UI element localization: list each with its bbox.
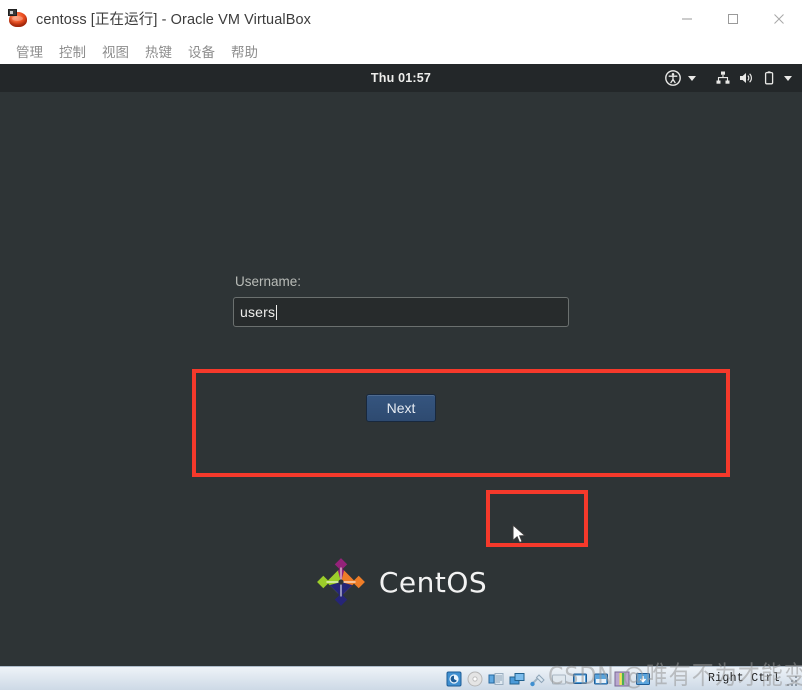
window-title: centoss [正在运行] - Oracle VM VirtualBox: [36, 12, 311, 28]
virtualbox-window: centoss [正在运行] - Oracle VM VirtualBox 管理…: [0, 0, 802, 690]
close-button[interactable]: [756, 0, 802, 38]
chevron-down-icon[interactable]: [784, 75, 792, 81]
shared-folder-icon[interactable]: [551, 671, 567, 687]
text-cursor: [276, 304, 278, 320]
mouse-integration-icon[interactable]: [614, 671, 630, 687]
centos-branding: CentOS: [0, 556, 802, 608]
accessibility-icon[interactable]: [665, 70, 681, 86]
status-bar: Right Ctrl: [0, 666, 802, 690]
gnome-top-bar: Thu 01:57: [0, 64, 802, 92]
menu-item-devices[interactable]: 设备: [180, 39, 223, 63]
keyboard-icon[interactable]: [635, 671, 651, 687]
status-bar-icons: [446, 667, 651, 690]
network-adapter-icon[interactable]: [509, 671, 525, 687]
display-icon[interactable]: [572, 671, 588, 687]
window-controls: [664, 0, 802, 38]
optical-disk-icon[interactable]: [467, 671, 483, 687]
menu-item-view[interactable]: 视图: [94, 39, 137, 63]
mouse-cursor: [512, 523, 528, 546]
virtualbox-icon: [8, 8, 28, 29]
resize-grip[interactable]: [787, 676, 799, 688]
username-input[interactable]: users: [233, 297, 569, 327]
login-form: Username: users: [0, 274, 802, 327]
floppy-disk-icon[interactable]: [488, 671, 504, 687]
centos-logo-text: CentOS: [378, 565, 488, 599]
host-key-indicator: Right Ctrl: [707, 672, 780, 685]
network-icon[interactable]: [715, 70, 731, 86]
battery-icon[interactable]: [761, 70, 777, 86]
minimize-button[interactable]: [664, 0, 710, 38]
title-bar: centoss [正在运行] - Oracle VM VirtualBox: [0, 0, 802, 38]
guest-screen[interactable]: Thu 01:57 Username: users Next CentOS: [0, 64, 802, 666]
volume-icon[interactable]: [738, 70, 754, 86]
annotation-box-username: [192, 369, 730, 477]
username-label: Username:: [235, 274, 302, 289]
next-button-row: Next: [0, 394, 802, 422]
menu-item-manage[interactable]: 管理: [8, 39, 51, 63]
menu-item-help[interactable]: 帮助: [223, 39, 266, 63]
menu-bar: 管理 控制 视图 热键 设备 帮助: [0, 38, 802, 64]
chevron-down-icon[interactable]: [688, 75, 696, 81]
maximize-button[interactable]: [710, 0, 756, 38]
username-input-value: users: [240, 304, 276, 320]
next-button[interactable]: Next: [366, 394, 436, 422]
usb-icon[interactable]: [530, 671, 546, 687]
menu-item-hotkey[interactable]: 热键: [137, 39, 180, 63]
centos-logo-icon: [315, 556, 367, 608]
annotation-box-next: [486, 490, 588, 547]
system-tray: [665, 64, 792, 92]
menu-item-control[interactable]: 控制: [51, 39, 94, 63]
recording-icon[interactable]: [593, 671, 609, 687]
hard-disk-icon[interactable]: [446, 671, 462, 687]
